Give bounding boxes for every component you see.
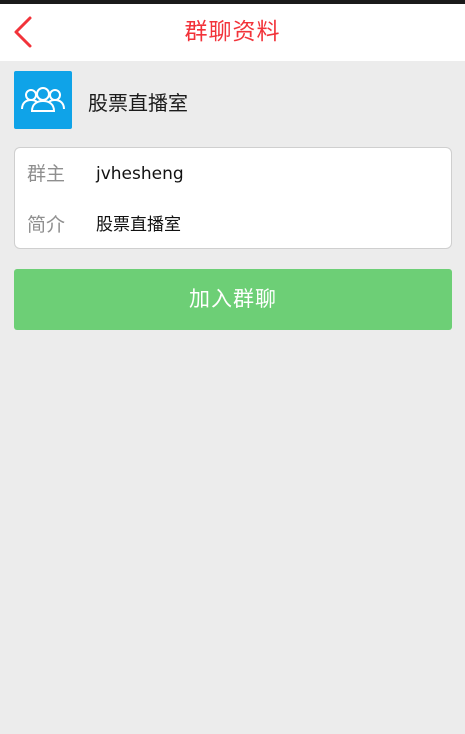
join-group-button[interactable]: 加入群聊 bbox=[14, 269, 452, 330]
chevron-left-icon bbox=[6, 12, 42, 52]
owner-row: 群主 jvhesheng bbox=[15, 148, 451, 198]
group-summary: 股票直播室 bbox=[14, 71, 451, 129]
intro-value: 股票直播室 bbox=[96, 215, 181, 235]
owner-value: jvhesheng bbox=[96, 164, 184, 184]
intro-label: 简介 bbox=[27, 214, 66, 236]
group-details-card: 群主 jvhesheng 简介 股票直播室 bbox=[14, 147, 452, 249]
page-title: 群聊资料 bbox=[184, 19, 281, 45]
intro-row: 简介 股票直播室 bbox=[15, 199, 451, 249]
owner-label: 群主 bbox=[27, 163, 66, 185]
group-avatar bbox=[14, 71, 72, 129]
title-bar: 群聊资料 bbox=[0, 4, 465, 61]
group-name: 股票直播室 bbox=[88, 91, 188, 115]
back-button[interactable] bbox=[6, 12, 42, 52]
